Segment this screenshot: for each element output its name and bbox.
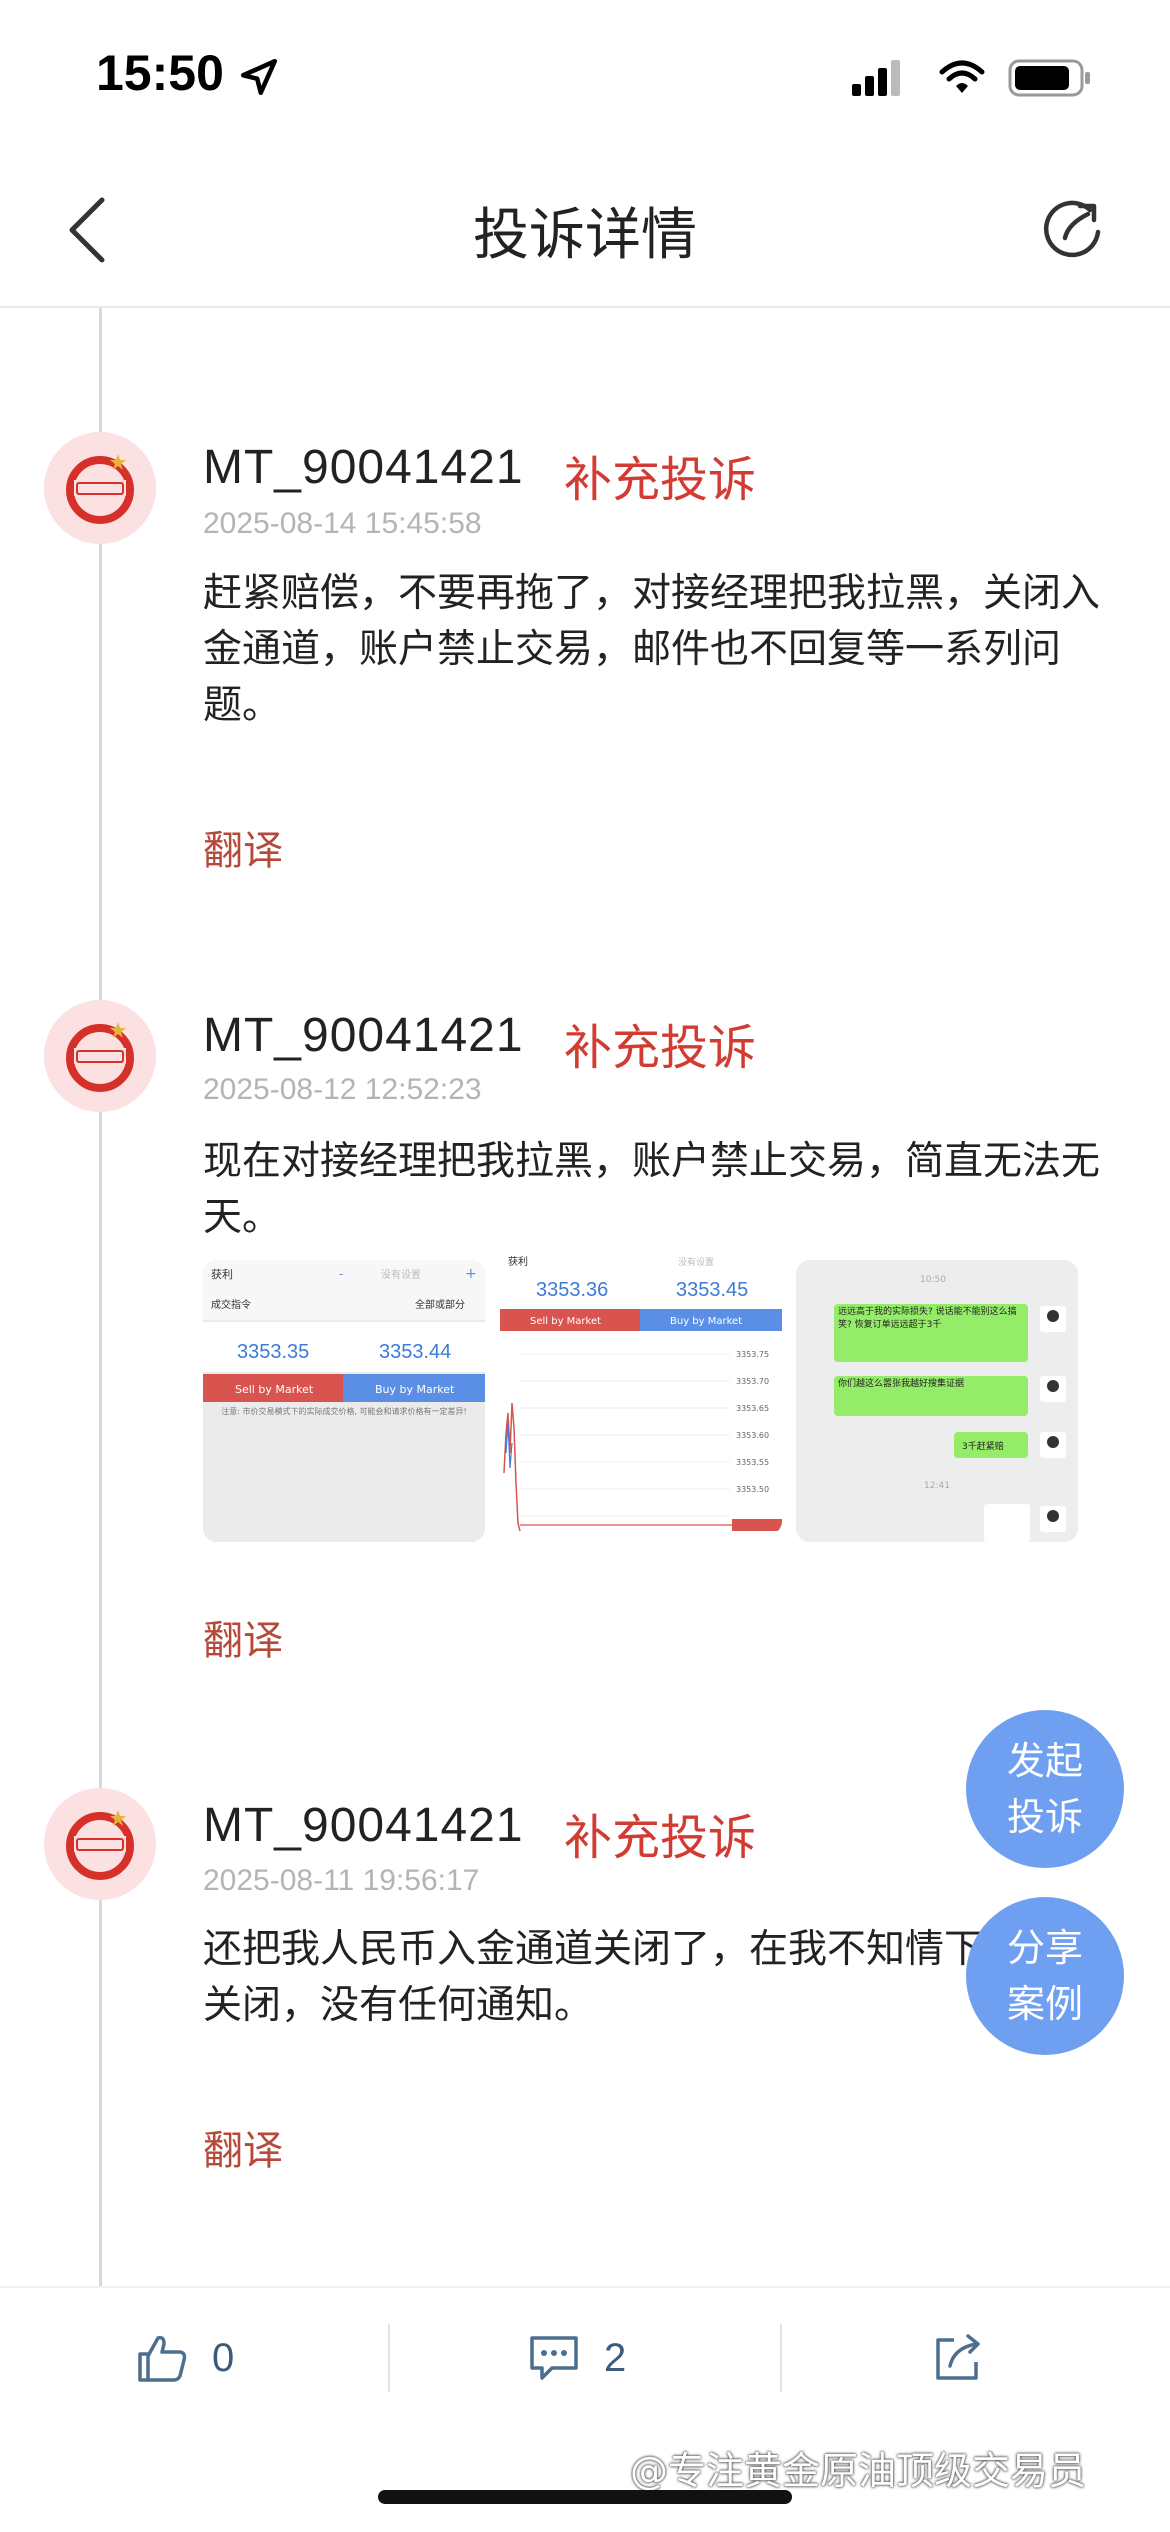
- chat-time: 10:50: [920, 1275, 946, 1285]
- chart-tick-label: 3353.75: [736, 1350, 769, 1359]
- nav-bar: 投诉详情: [0, 150, 1170, 308]
- minus-label: -: [339, 1267, 343, 1281]
- wifi-icon: [939, 60, 985, 93]
- fx007-logo-icon: [44, 432, 156, 544]
- bottom-action-bar: 0 2: [0, 2286, 1170, 2426]
- supplement-complaint-tag: 补充投诉: [564, 1810, 757, 1866]
- comment-count: 2: [604, 2335, 627, 2380]
- location-arrow-icon: [240, 58, 278, 96]
- chart-tick-label: 3353.65: [736, 1404, 769, 1413]
- sell-price: 3353.35: [237, 1341, 309, 1363]
- chat-message: 远远高于我的实际损失? 说话能不能别这么搞笑? 恢复订单远远超于3千: [838, 1307, 1017, 1330]
- screenshot-thumbnail-trade-panel[interactable]: 获利 - 没有设置 + 成交指令 全部或部分 3353.35 3353.44 S…: [203, 1260, 485, 1542]
- like-count: 0: [212, 2335, 235, 2380]
- chart-tick-label: 3353.50: [736, 1485, 769, 1494]
- complaint-text: 赶紧赔偿，不要再拖了，对接经理把我拉黑，关闭入金通道，账户禁止交易，邮件也不回复…: [203, 571, 1101, 728]
- timestamp: 2025-08-12 12:52:23: [203, 1073, 482, 1106]
- thumbs-up-icon: [138, 2335, 187, 2382]
- status-bar: 15:50: [0, 0, 1170, 150]
- fill-mode-label: 全部或部分: [415, 1298, 465, 1311]
- chat-message: 你们越这么嚣张我越好搜集证据: [838, 1379, 965, 1389]
- sell-price: 3353.36: [536, 1279, 608, 1301]
- username: MT_90041421: [203, 441, 524, 494]
- divider: [780, 2324, 782, 2392]
- fx007-logo-icon: [44, 1788, 156, 1900]
- like-button[interactable]: 0: [134, 2288, 234, 2428]
- not-set-label: 没有设置: [381, 1268, 421, 1281]
- translate-link[interactable]: 翻译: [203, 818, 283, 876]
- timestamp: 2025-08-11 19:56:17: [203, 1864, 480, 1897]
- avatar: [44, 432, 156, 544]
- avatar: [44, 1000, 156, 1112]
- buy-by-market-label: Buy by Market: [670, 1316, 742, 1327]
- screenshot-thumbnail-price-chart[interactable]: 获利 没有设置 3353.36 3353.45 Sell by Market B…: [500, 1253, 782, 1535]
- buy-price: 3353.45: [676, 1279, 748, 1301]
- chart-tick-label: 3353.55: [736, 1458, 769, 1467]
- supplement-complaint-tag: 补充投诉: [564, 1020, 757, 1076]
- trade-note: 注意: 市价交易模式下的实际成交价格, 可能会和请求价格有一定差异!: [221, 1407, 467, 1416]
- fx007-logo-icon: [44, 1000, 156, 1112]
- plus-label: +: [465, 1266, 477, 1282]
- sell-by-market-label: Sell by Market: [530, 1316, 601, 1327]
- signal-icon: [852, 60, 900, 96]
- timeline-line: [99, 308, 102, 2286]
- watermark: @专注黄金原油顶级交易员: [630, 2449, 1087, 2493]
- not-set-label: 没有设置: [678, 1256, 714, 1268]
- order-type-label: 成交指令: [211, 1298, 251, 1311]
- fab-label: 案例: [1006, 1982, 1083, 2026]
- complaint-text: 现在对接经理把我拉黑，账户禁止交易，简直无法无天。: [203, 1139, 1101, 1240]
- chart-tick-label: 3353.60: [736, 1431, 769, 1440]
- timestamp: 2025-08-14 15:45:58: [203, 507, 482, 540]
- username: MT_90041421: [203, 1799, 524, 1852]
- profit-label: 获利: [211, 1268, 233, 1281]
- translate-link[interactable]: 翻译: [203, 2118, 283, 2176]
- comment-button[interactable]: 2: [526, 2288, 626, 2428]
- share-icon: [936, 2334, 980, 2380]
- translate-link[interactable]: 翻译: [203, 1608, 283, 1666]
- battery-icon: [1008, 59, 1090, 97]
- sell-by-market-label: Sell by Market: [235, 1383, 314, 1396]
- username: MT_90041421: [203, 1009, 524, 1062]
- screenshot-thumbnail-chat[interactable]: 10:50 远远高于我的实际损失? 说话能不能别这么搞笑? 恢复订单远远超于3千…: [796, 1260, 1078, 1542]
- fab-label: 投诉: [1006, 1795, 1083, 1839]
- share-button[interactable]: [930, 2288, 986, 2428]
- fab-label: 分享: [1006, 1926, 1083, 1970]
- fab-label: 发起: [1006, 1739, 1083, 1783]
- buy-by-market-label: Buy by Market: [375, 1383, 455, 1396]
- share-case-button[interactable]: 分享 案例: [966, 1897, 1124, 2055]
- page-title: 投诉详情: [473, 203, 697, 268]
- comment-icon: [530, 2336, 578, 2380]
- avatar: [44, 1788, 156, 1900]
- buy-price: 3353.44: [379, 1341, 451, 1363]
- home-indicator[interactable]: [378, 2490, 792, 2504]
- supplement-complaint-tag: 补充投诉: [564, 452, 757, 508]
- chat-message: 3千赶紧赔: [962, 1440, 1004, 1452]
- chat-time: 12:41: [924, 1481, 950, 1491]
- status-time: 15:50: [96, 45, 224, 101]
- divider: [388, 2324, 390, 2392]
- profit-label: 获利: [508, 1256, 528, 1268]
- file-complaint-button[interactable]: 发起 投诉: [966, 1710, 1124, 1868]
- share-refresh-icon[interactable]: [1038, 192, 1108, 262]
- chart-tick-label: 3353.70: [736, 1377, 769, 1386]
